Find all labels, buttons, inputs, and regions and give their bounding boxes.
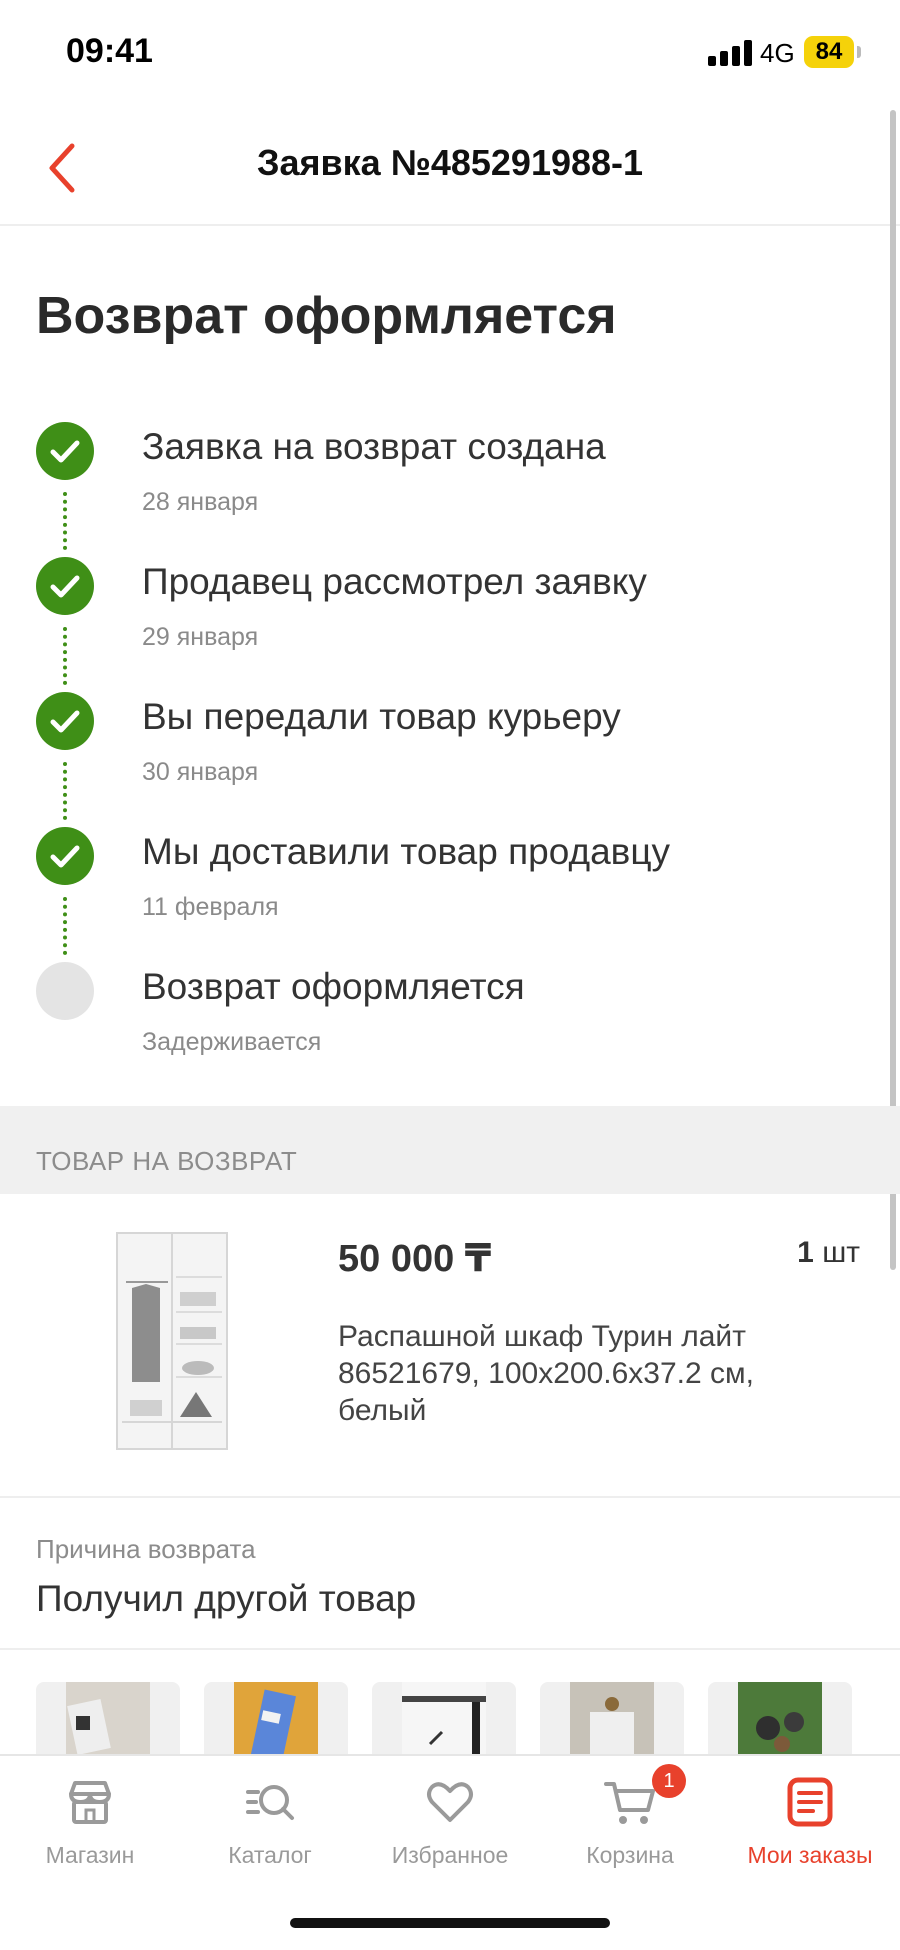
network-type: 4G xyxy=(760,38,795,68)
page-title: Возврат оформляется xyxy=(36,287,617,345)
tab-my-orders[interactable]: Мои заказы xyxy=(720,1756,900,1896)
tab-cart[interactable]: 1 Корзина xyxy=(540,1756,720,1896)
timeline-step: Вы передали товар курьеру 30 января xyxy=(0,688,900,808)
signal-icon xyxy=(708,40,752,66)
status-bar: 09:41 4G 84 xyxy=(0,0,900,110)
product-quantity: 1 шт xyxy=(797,1236,860,1270)
step-date: 11 февраля xyxy=(142,893,279,921)
tab-catalog[interactable]: Каталог xyxy=(180,1756,360,1896)
timeline-step: Продавец рассмотрел заявку 29 января xyxy=(0,553,900,673)
battery-icon: 84 xyxy=(804,36,854,68)
attached-photos xyxy=(0,1682,900,1754)
checkmark-icon xyxy=(36,422,94,480)
product-image[interactable] xyxy=(116,1232,228,1450)
timeline-step: Заявка на возврат создана 28 января xyxy=(0,418,900,538)
page-header-title: Заявка №485291988-1 xyxy=(256,142,644,183)
reason-value: Получил другой товар xyxy=(36,1578,417,1619)
tab-favorites[interactable]: Избранное xyxy=(360,1756,540,1896)
timeline-step: Мы доставили товар продавцу 11 февраля xyxy=(0,823,900,943)
step-date: 30 января xyxy=(142,758,259,786)
photo-thumbnail[interactable] xyxy=(36,1682,180,1754)
tab-label: Избранное xyxy=(391,1842,509,1868)
photo-thumbnail[interactable] xyxy=(540,1682,684,1754)
timeline-step: Возврат оформляется Задерживается xyxy=(0,958,900,1078)
reason-label: Причина возврата xyxy=(36,1534,256,1564)
checkmark-icon xyxy=(36,692,94,750)
tab-label: Мои заказы xyxy=(747,1842,873,1868)
store-icon xyxy=(69,1781,111,1824)
checkmark-icon xyxy=(36,827,94,885)
product-card[interactable]: 50 000 ₸ 1 шт Распашной шкаф Турин лайт … xyxy=(0,1194,900,1498)
step-label: Заявка на возврат создана xyxy=(142,426,606,467)
cart-icon xyxy=(604,1782,655,1824)
catalog-search-icon xyxy=(246,1785,294,1820)
step-connector xyxy=(63,627,67,685)
step-label: Мы доставили товар продавцу xyxy=(142,831,671,872)
step-connector xyxy=(63,762,67,820)
section-title: ТОВАР НА ВОЗВРАТ xyxy=(36,1146,298,1176)
tab-label: Каталог xyxy=(228,1842,312,1868)
home-indicator[interactable] xyxy=(290,1918,610,1928)
step-date: 28 января xyxy=(142,488,259,516)
section-header: ТОВАР НА ВОЗВРАТ xyxy=(0,1106,900,1194)
header: Заявка №485291988-1 xyxy=(0,110,900,226)
quantity-unit: шт xyxy=(822,1236,860,1269)
orders-icon xyxy=(787,1777,833,1827)
pending-circle-icon xyxy=(36,962,94,1020)
photo-thumbnail[interactable] xyxy=(708,1682,852,1754)
checkmark-icon xyxy=(36,557,94,615)
status-time: 09:41 xyxy=(66,32,153,70)
photo-thumbnail[interactable] xyxy=(372,1682,516,1754)
cart-badge: 1 xyxy=(652,1764,686,1798)
product-name[interactable]: Распашной шкаф Турин лайт 86521679, 100x… xyxy=(338,1318,818,1429)
step-label: Продавец рассмотрел заявку xyxy=(142,561,647,602)
tab-label: Корзина xyxy=(586,1842,674,1868)
return-reason: Причина возврата Получил другой товар xyxy=(0,1496,900,1650)
step-date: Задерживается xyxy=(142,1028,322,1056)
tab-store[interactable]: Магазин xyxy=(0,1756,180,1896)
battery-tip xyxy=(857,46,861,58)
heart-icon xyxy=(427,1782,473,1822)
product-price: 50 000 ₸ xyxy=(338,1238,492,1280)
photo-thumbnail[interactable] xyxy=(204,1682,348,1754)
step-label: Возврат оформляется xyxy=(142,966,525,1007)
tab-label: Магазин xyxy=(45,1842,135,1868)
quantity-value: 1 xyxy=(797,1236,814,1269)
step-connector xyxy=(63,492,67,550)
step-connector xyxy=(63,897,67,955)
step-date: 29 января xyxy=(142,623,259,651)
step-label: Вы передали товар курьеру xyxy=(142,696,621,737)
